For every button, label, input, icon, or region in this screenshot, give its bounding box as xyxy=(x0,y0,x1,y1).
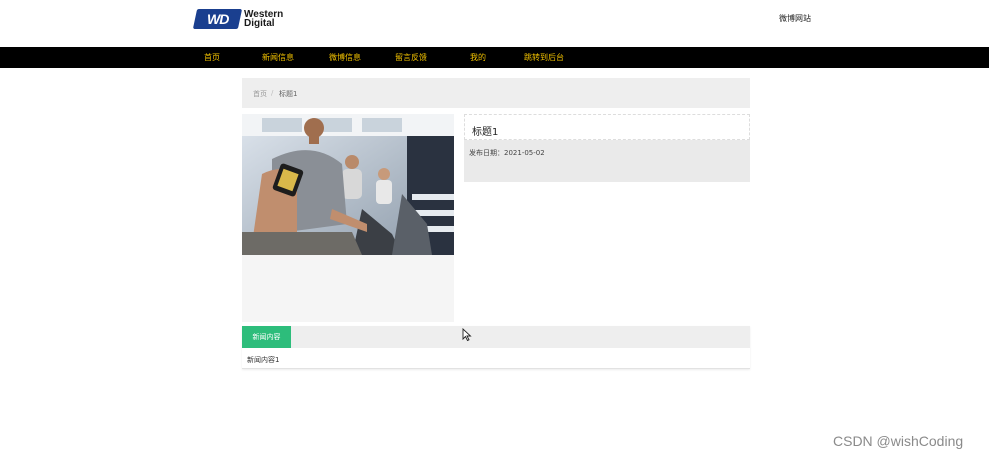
news-content-panel: 新闻内容 新闻内容1 xyxy=(242,326,750,369)
nav-item-weibo[interactable]: 微博信息 xyxy=(329,52,361,63)
western-digital-logo[interactable]: WD Western Digital xyxy=(192,8,295,30)
site-header: WD Western Digital 微博网站 xyxy=(0,0,989,47)
nav-item-feedback[interactable]: 留言反馈 xyxy=(395,52,427,63)
breadcrumb-separator: / xyxy=(271,89,274,97)
breadcrumb-current: 标题1 xyxy=(279,90,298,98)
content-tab-bar: 新闻内容 xyxy=(242,326,750,348)
article-info-panel: 标题1 发布日期：2021-05-02 xyxy=(464,114,750,182)
mouse-cursor-icon xyxy=(462,328,472,342)
article-title-bar: 标题1 xyxy=(464,114,750,140)
breadcrumb: 首页 / 标题1 xyxy=(242,78,750,108)
site-name: 微博网站 xyxy=(779,14,811,23)
watermark: CSDN @wishCoding xyxy=(833,433,964,449)
gym-cycling-photo xyxy=(242,114,454,255)
tab-news-content[interactable]: 新闻内容 xyxy=(242,326,291,348)
nav-item-news[interactable]: 新闻信息 xyxy=(262,52,294,63)
news-content-text: 新闻内容1 xyxy=(247,356,280,364)
logo-wordmark: Western Digital xyxy=(244,9,284,29)
article-image-panel xyxy=(242,114,454,322)
publish-date: 发布日期：2021-05-02 xyxy=(469,149,545,157)
article-title: 标题1 xyxy=(472,127,499,138)
nav-item-home[interactable]: 首页 xyxy=(204,52,220,63)
nav-item-admin[interactable]: 跳转到后台 xyxy=(524,52,564,63)
wd-logo-mark: WD xyxy=(192,9,243,29)
nav-item-mine[interactable]: 我的 xyxy=(470,52,486,63)
breadcrumb-home-link[interactable]: 首页 xyxy=(253,89,267,99)
article-photo xyxy=(242,114,454,255)
main-nav: 首页 新闻信息 微博信息 留言反馈 我的 跳转到后台 xyxy=(0,47,989,68)
